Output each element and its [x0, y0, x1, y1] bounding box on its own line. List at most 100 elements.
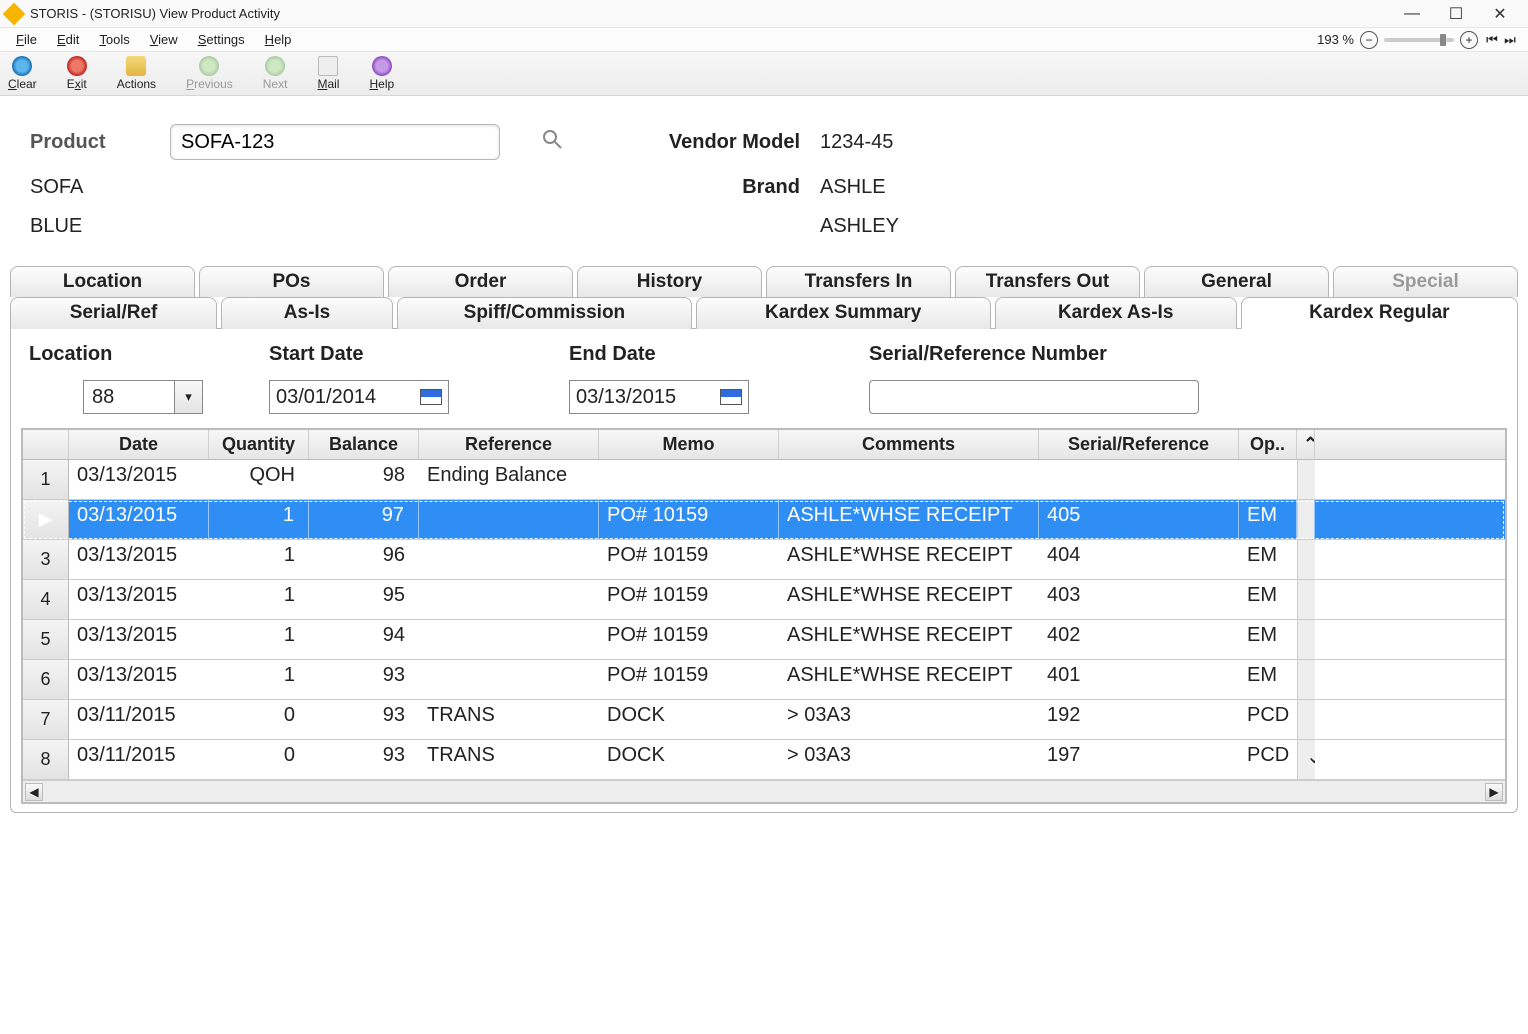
- tab-transfers-out[interactable]: Transfers Out: [955, 266, 1140, 297]
- tab-general[interactable]: General: [1144, 266, 1329, 297]
- col-memo[interactable]: Memo: [599, 430, 779, 459]
- table-row[interactable]: 103/13/2015QOH98Ending Balance: [23, 460, 1505, 500]
- menu-tools[interactable]: Tools: [89, 30, 139, 49]
- product-desc1: SOFA: [30, 176, 170, 199]
- col-comments[interactable]: Comments: [779, 430, 1039, 459]
- tab-spiff-commission[interactable]: Spiff/Commission: [397, 297, 692, 329]
- serial-filter-label: Serial/Reference Number: [869, 343, 1229, 366]
- maximize-button[interactable]: ☐: [1434, 0, 1478, 28]
- table-row[interactable]: 503/13/2015194PO# 10159ASHLE*WHSE RECEIP…: [23, 620, 1505, 660]
- horizontal-scrollbar[interactable]: ◀ ▶: [23, 780, 1505, 802]
- table-row[interactable]: 803/11/2015093TRANSDOCK> 03A3197PCD⌄: [23, 740, 1505, 780]
- start-date-value: 03/01/2014: [276, 386, 376, 409]
- cell-comments: ASHLE*WHSE RECEIPT: [779, 580, 1039, 619]
- zoom-in-button[interactable]: +: [1460, 31, 1478, 49]
- tab-special[interactable]: Special: [1333, 266, 1518, 297]
- mail-button[interactable]: Mail: [317, 56, 339, 91]
- location-value: 88: [84, 381, 174, 413]
- menu-view[interactable]: View: [140, 30, 188, 49]
- row-number: 5: [23, 620, 69, 659]
- grid-header: Date Quantity Balance Reference Memo Com…: [23, 430, 1505, 460]
- col-quantity[interactable]: Quantity: [209, 430, 309, 459]
- tab-transfers-in[interactable]: Transfers In: [766, 266, 951, 297]
- menu-edit[interactable]: Edit: [47, 30, 89, 49]
- cell-op: EM: [1239, 660, 1297, 699]
- product-desc2: BLUE: [30, 215, 170, 238]
- scroll-track[interactable]: [1297, 700, 1315, 739]
- tab-kardex-summary[interactable]: Kardex Summary: [696, 297, 991, 329]
- start-date-field[interactable]: 03/01/2014: [269, 380, 449, 414]
- end-date-label: End Date: [569, 343, 829, 366]
- cell-comments: ASHLE*WHSE RECEIPT: [779, 620, 1039, 659]
- row-number: 7: [23, 700, 69, 739]
- table-row[interactable]: 403/13/2015195PO# 10159ASHLE*WHSE RECEIP…: [23, 580, 1505, 620]
- exit-button[interactable]: Exit: [67, 56, 87, 91]
- col-date[interactable]: Date: [69, 430, 209, 459]
- scroll-track[interactable]: ⌄: [1297, 740, 1315, 779]
- tab-kardex-regular[interactable]: Kardex Regular: [1241, 297, 1518, 329]
- col-reference[interactable]: Reference: [419, 430, 599, 459]
- col-serial[interactable]: Serial/Reference: [1039, 430, 1239, 459]
- scroll-up-button[interactable]: ⌃: [1297, 430, 1315, 459]
- tab-body: Location 88 ▾ Start Date 03/01/2014 End …: [10, 328, 1518, 813]
- tab-as-is[interactable]: As-Is: [221, 297, 393, 329]
- menu-settings[interactable]: Settings: [188, 30, 255, 49]
- col-balance[interactable]: Balance: [309, 430, 419, 459]
- scroll-track[interactable]: [1297, 580, 1315, 619]
- search-icon[interactable]: [540, 127, 564, 151]
- toolbar: Clear Exit Actions Previous Next Mail He…: [0, 52, 1528, 96]
- tab-order[interactable]: Order: [388, 266, 573, 297]
- cell-memo: [599, 460, 779, 499]
- row-number: 6: [23, 660, 69, 699]
- calendar-icon[interactable]: [720, 389, 742, 405]
- scroll-track[interactable]: [1297, 460, 1315, 499]
- menu-help[interactable]: Help: [255, 30, 302, 49]
- zoom-out-button[interactable]: −: [1360, 31, 1378, 49]
- calendar-icon[interactable]: [420, 389, 442, 405]
- scroll-track[interactable]: [1297, 660, 1315, 699]
- cell-date: 03/13/2015: [69, 540, 209, 579]
- scroll-right-button[interactable]: ▶: [1485, 783, 1503, 801]
- cell-quantity: 0: [209, 740, 309, 779]
- cell-op: EM: [1239, 540, 1297, 579]
- menubar: File Edit Tools View Settings Help 193 %…: [0, 28, 1528, 52]
- scroll-track[interactable]: [1297, 540, 1315, 579]
- cell-date: 03/13/2015: [69, 460, 209, 499]
- table-row[interactable]: ▶03/13/2015197PO# 10159ASHLE*WHSE RECEIP…: [23, 500, 1505, 540]
- serial-input[interactable]: [869, 380, 1199, 414]
- cell-reference: [419, 620, 599, 659]
- cell-serial: 403: [1039, 580, 1239, 619]
- table-row[interactable]: 303/13/2015196PO# 10159ASHLE*WHSE RECEIP…: [23, 540, 1505, 580]
- menu-file[interactable]: File: [6, 30, 47, 49]
- cell-quantity: 1: [209, 580, 309, 619]
- row-number: 3: [23, 540, 69, 579]
- location-select[interactable]: 88 ▾: [83, 380, 203, 414]
- tab-location[interactable]: Location: [10, 266, 195, 297]
- cell-reference: Ending Balance: [419, 460, 599, 499]
- start-date-label: Start Date: [269, 343, 529, 366]
- nav-last-icon[interactable]: ⏭: [1502, 31, 1518, 49]
- clear-button[interactable]: Clear: [8, 56, 37, 91]
- zoom-level: 193 %: [1317, 32, 1354, 47]
- scroll-track[interactable]: [1297, 620, 1315, 659]
- scroll-track[interactable]: [1297, 500, 1315, 539]
- close-button[interactable]: ✕: [1478, 0, 1522, 28]
- table-row[interactable]: 603/13/2015193PO# 10159ASHLE*WHSE RECEIP…: [23, 660, 1505, 700]
- tab-kardex-as-is[interactable]: Kardex As-Is: [995, 297, 1237, 329]
- col-op[interactable]: Op..: [1239, 430, 1297, 459]
- table-row[interactable]: 703/11/2015093TRANSDOCK> 03A3192PCD: [23, 700, 1505, 740]
- chevron-down-icon[interactable]: ▾: [174, 381, 202, 413]
- tab-serial-ref[interactable]: Serial/Ref: [10, 297, 217, 329]
- actions-button[interactable]: Actions: [117, 56, 156, 91]
- help-button[interactable]: Help: [369, 56, 394, 91]
- end-date-field[interactable]: 03/13/2015: [569, 380, 749, 414]
- cell-serial: 404: [1039, 540, 1239, 579]
- tab-pos[interactable]: POs: [199, 266, 384, 297]
- minimize-button[interactable]: —: [1390, 0, 1434, 28]
- product-input[interactable]: [170, 124, 500, 160]
- nav-first-icon[interactable]: ⏮: [1484, 31, 1500, 49]
- brand-desc: ASHLEY: [820, 215, 1080, 238]
- zoom-slider[interactable]: [1384, 38, 1454, 42]
- tab-history[interactable]: History: [577, 266, 762, 297]
- scroll-left-button[interactable]: ◀: [25, 783, 43, 801]
